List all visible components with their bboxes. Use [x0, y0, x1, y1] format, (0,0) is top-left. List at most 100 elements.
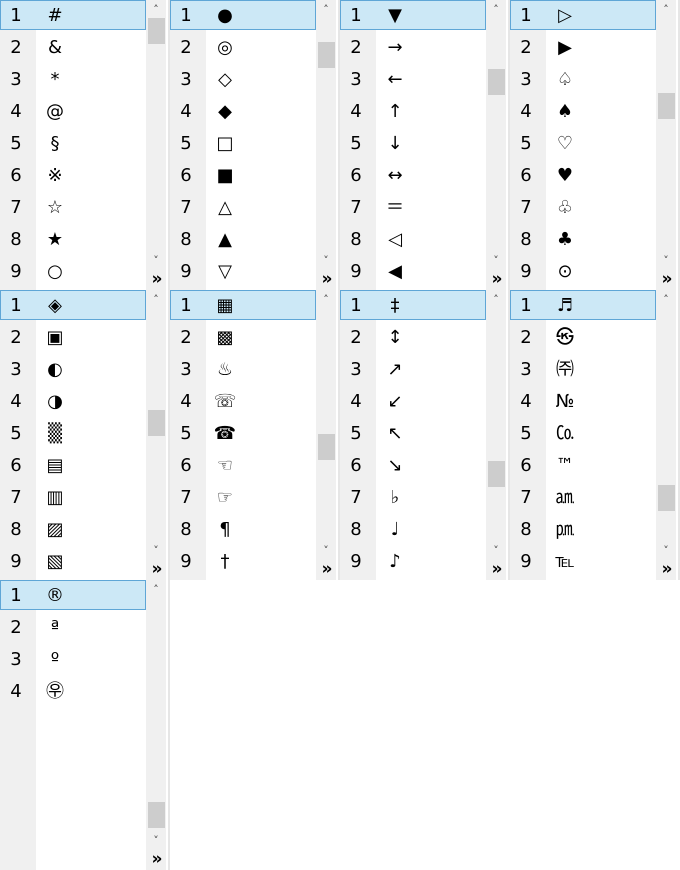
- expand-more-icon[interactable]: »: [656, 268, 678, 290]
- candidate-row[interactable]: 4 ♠: [510, 96, 656, 128]
- candidate-row-selected[interactable]: 1 ◈: [0, 290, 146, 322]
- scrollbar[interactable]: ˄ ˅: [316, 290, 336, 580]
- candidate-row[interactable]: 5 □: [170, 128, 316, 160]
- candidate-row[interactable]: 7 ☆: [0, 192, 146, 224]
- candidate-row[interactable]: 2 ▩: [170, 322, 316, 354]
- candidate-row[interactable]: 2 →: [340, 32, 486, 64]
- candidate-row[interactable]: 5 ↖: [340, 418, 486, 450]
- candidate-row[interactable]: 7 ㏂: [510, 482, 656, 514]
- candidate-row[interactable]: 5 ♡: [510, 128, 656, 160]
- candidate-row[interactable]: 4 ◑: [0, 386, 146, 418]
- expand-more-icon[interactable]: »: [486, 558, 508, 580]
- candidate-row[interactable]: 5 §: [0, 128, 146, 160]
- candidate-row[interactable]: 5 ↓: [340, 128, 486, 160]
- candidate-row[interactable]: 2 ▶: [510, 32, 656, 64]
- scroll-up-icon[interactable]: ˄: [316, 293, 336, 307]
- candidate-row[interactable]: 6 ▤: [0, 450, 146, 482]
- scroll-thumb[interactable]: [148, 410, 165, 436]
- candidate-row[interactable]: 8 ▲: [170, 224, 316, 256]
- candidate-row[interactable]: 4 @: [0, 96, 146, 128]
- candidate-row[interactable]: 9 ◀: [340, 256, 486, 288]
- scroll-up-icon[interactable]: ˄: [146, 583, 166, 597]
- expand-more-icon[interactable]: »: [316, 268, 338, 290]
- scroll-thumb[interactable]: [318, 434, 335, 461]
- scroll-up-icon[interactable]: ˄: [656, 293, 676, 307]
- scroll-down-icon[interactable]: ˅: [146, 254, 166, 268]
- scrollbar[interactable]: ˄ ˅: [146, 580, 166, 870]
- scroll-thumb[interactable]: [658, 485, 675, 512]
- scrollbar[interactable]: ˄ ˅: [316, 0, 336, 290]
- candidate-row[interactable]: 2 ▣: [0, 322, 146, 354]
- scroll-thumb[interactable]: [488, 69, 505, 95]
- scroll-down-icon[interactable]: ˅: [656, 544, 676, 558]
- candidate-row[interactable]: 3 ♤: [510, 64, 656, 96]
- candidate-row[interactable]: 3 ㈜: [510, 354, 656, 386]
- scroll-thumb[interactable]: [658, 93, 675, 120]
- candidate-row[interactable]: 8 ▨: [0, 514, 146, 546]
- candidate-row[interactable]: 5 ☎: [170, 418, 316, 450]
- candidate-row[interactable]: 6 ※: [0, 160, 146, 192]
- scroll-up-icon[interactable]: ˄: [146, 293, 166, 307]
- candidate-row[interactable]: 9 ⊙: [510, 256, 656, 288]
- scroll-up-icon[interactable]: ˄: [316, 3, 336, 17]
- candidate-row-selected[interactable]: 1 ▼: [340, 0, 486, 32]
- candidate-row[interactable]: 9 ♪: [340, 546, 486, 578]
- scrollbar[interactable]: ˄ ˅: [486, 290, 506, 580]
- scroll-up-icon[interactable]: ˄: [656, 3, 676, 17]
- candidate-row-selected[interactable]: 1 ▷: [510, 0, 656, 32]
- candidate-row[interactable]: 8 ¶: [170, 514, 316, 546]
- scroll-thumb[interactable]: [318, 42, 335, 69]
- candidate-row[interactable]: 6 ™: [510, 450, 656, 482]
- expand-more-icon[interactable]: »: [486, 268, 508, 290]
- candidate-row[interactable]: 4 ↑: [340, 96, 486, 128]
- candidate-row[interactable]: 2 ㉿: [510, 322, 656, 354]
- candidate-row[interactable]: 3 *: [0, 64, 146, 96]
- candidate-row[interactable]: 9 ▽: [170, 256, 316, 288]
- candidate-row[interactable]: 2ª: [0, 612, 146, 644]
- expand-more-icon[interactable]: »: [656, 558, 678, 580]
- scroll-up-icon[interactable]: ˄: [486, 3, 506, 17]
- candidate-row[interactable]: 4 ㉾: [0, 676, 146, 708]
- candidate-row[interactable]: 9 ▧: [0, 546, 146, 578]
- scrollbar[interactable]: ˄ ˅: [656, 290, 676, 580]
- candidate-row[interactable]: 4 №: [510, 386, 656, 418]
- candidate-row[interactable]: 6 ■: [170, 160, 316, 192]
- candidate-row[interactable]: 3º: [0, 644, 146, 676]
- candidate-row[interactable]: 7 ＝: [340, 192, 486, 224]
- candidate-row[interactable]: 8 ㏘: [510, 514, 656, 546]
- candidate-row[interactable]: 5 ▒: [0, 418, 146, 450]
- scroll-thumb[interactable]: [148, 18, 165, 44]
- scroll-down-icon[interactable]: ˅: [486, 544, 506, 558]
- candidate-row-selected[interactable]: 1 ♬: [510, 290, 656, 322]
- candidate-row[interactable]: 2 &: [0, 32, 146, 64]
- expand-more-icon[interactable]: »: [316, 558, 338, 580]
- scroll-down-icon[interactable]: ˅: [316, 254, 336, 268]
- scroll-down-icon[interactable]: ˅: [316, 544, 336, 558]
- candidate-row[interactable]: 4 ↙: [340, 386, 486, 418]
- candidate-row[interactable]: 8 ★: [0, 224, 146, 256]
- scroll-down-icon[interactable]: ˅: [146, 544, 166, 558]
- candidate-row-selected[interactable]: 1 ●: [170, 0, 316, 32]
- candidate-row[interactable]: 7 ♧: [510, 192, 656, 224]
- scrollbar[interactable]: ˄ ˅: [146, 290, 166, 580]
- scroll-thumb[interactable]: [488, 461, 505, 487]
- candidate-row[interactable]: 3 ◇: [170, 64, 316, 96]
- candidate-row-selected[interactable]: 1 ®: [0, 580, 146, 612]
- candidate-row[interactable]: 9 ℡: [510, 546, 656, 578]
- candidate-row-selected[interactable]: 1 #: [0, 0, 146, 32]
- candidate-row[interactable]: 6 ☜: [170, 450, 316, 482]
- candidate-row[interactable]: 7 △: [170, 192, 316, 224]
- candidate-row[interactable]: 7 ☞: [170, 482, 316, 514]
- candidate-row[interactable]: 7 ♭: [340, 482, 486, 514]
- candidate-row[interactable]: 4 ☏: [170, 386, 316, 418]
- candidate-row-selected[interactable]: 1 ▦: [170, 290, 316, 322]
- candidate-row[interactable]: 4 ◆: [170, 96, 316, 128]
- candidate-row[interactable]: 6 ♥: [510, 160, 656, 192]
- scrollbar[interactable]: ˄ ˅: [146, 0, 166, 290]
- scroll-down-icon[interactable]: ˅: [146, 834, 166, 848]
- scroll-up-icon[interactable]: ˄: [146, 3, 166, 17]
- candidate-row[interactable]: 9 †: [170, 546, 316, 578]
- candidate-row[interactable]: 2 ◎: [170, 32, 316, 64]
- scroll-down-icon[interactable]: ˅: [486, 254, 506, 268]
- candidate-row[interactable]: 8 ◁: [340, 224, 486, 256]
